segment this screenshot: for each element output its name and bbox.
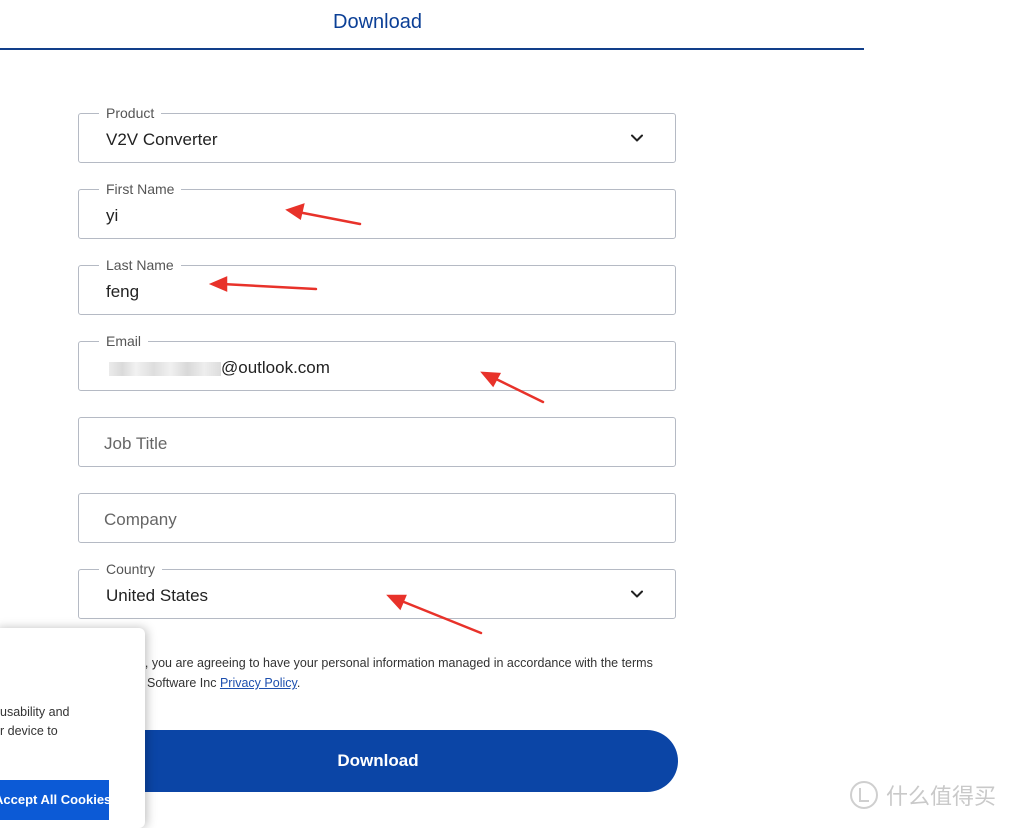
- email-label: Email: [99, 332, 149, 350]
- watermark-text: 什么值得买: [886, 784, 997, 809]
- email-field[interactable]: Email @outlook.com: [78, 332, 676, 391]
- country-select[interactable]: Country United States: [78, 560, 676, 619]
- first-name-field[interactable]: First Name yi: [78, 180, 676, 239]
- product-label: Product: [99, 104, 162, 122]
- consent-line-1: ng, you are agreeing to have your person…: [131, 656, 653, 670]
- cookie-banner: usability and r device to Accept All Coo…: [0, 628, 145, 828]
- last-name-field[interactable]: Last Name feng: [78, 256, 676, 315]
- last-name-value: feng: [106, 282, 140, 301]
- consent-line-2-suffix: .: [296, 676, 301, 690]
- country-label: Country: [99, 560, 163, 578]
- country-value: United States: [106, 586, 209, 605]
- email-redacted-mosaic: [109, 362, 221, 376]
- job-title-placeholder: Job Title: [104, 434, 168, 453]
- accept-all-cookies-button[interactable]: Accept All Cookies: [0, 780, 109, 820]
- company-field[interactable]: Company: [78, 493, 676, 543]
- consent-line-2: Software Inc Privacy Policy.: [147, 673, 680, 693]
- product-value: V2V Converter: [106, 130, 218, 149]
- job-title-field[interactable]: Job Title: [78, 417, 676, 467]
- product-select[interactable]: Product V2V Converter: [78, 104, 676, 163]
- cookie-text-line-1: usability and: [0, 705, 70, 719]
- page-title: Download: [333, 11, 422, 33]
- download-button[interactable]: Download: [78, 730, 678, 792]
- email-domain-text: @outlook.com: [221, 358, 330, 377]
- chevron-down-icon: [631, 590, 643, 598]
- watermark-logo-icon: [850, 781, 878, 809]
- first-name-label: First Name: [99, 180, 182, 198]
- watermark: 什么值得买: [850, 780, 996, 810]
- consent-line-2-prefix: Software Inc: [147, 676, 220, 690]
- company-placeholder: Company: [104, 510, 177, 529]
- consent-text: ng, you are agreeing to have your person…: [100, 653, 680, 693]
- title-underline: [0, 48, 864, 50]
- cookie-text-line-2: r device to: [0, 724, 58, 738]
- first-name-value: yi: [106, 206, 119, 225]
- cookie-banner-text: usability and r device to: [0, 703, 140, 741]
- chevron-down-icon: [631, 134, 643, 142]
- last-name-label: Last Name: [99, 256, 181, 274]
- privacy-policy-link[interactable]: Privacy Policy: [220, 676, 297, 690]
